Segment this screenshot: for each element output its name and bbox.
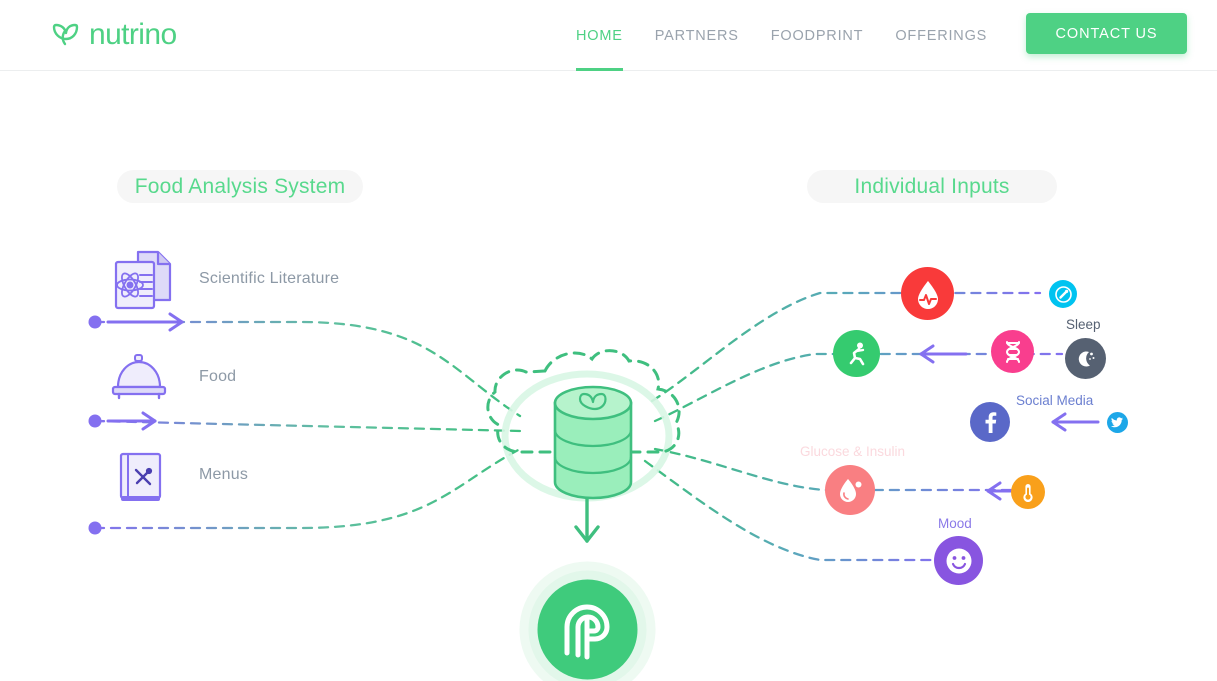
twitter-icon	[1111, 416, 1124, 429]
nav-item-partners[interactable]: PARTNERS	[639, 0, 755, 71]
menu-book-fork-spoon-icon	[118, 452, 163, 509]
blood-drop-pulse-icon	[915, 279, 941, 309]
nav-label: OFFERINGS	[895, 28, 988, 44]
moon-stars-icon	[1075, 348, 1097, 370]
node-activity-running[interactable]	[833, 330, 880, 377]
dna-helix-icon	[1002, 340, 1024, 364]
node-label-social-media: Social Media	[1016, 393, 1094, 408]
fitness-tracker-icon	[1054, 285, 1073, 304]
site-header: nutrino HOME PARTNERS FOODPRINT OFFERING…	[0, 0, 1217, 71]
node-blood-drop-pulse[interactable]	[901, 267, 954, 320]
nav-item-foodprint[interactable]: FOODPRINT	[755, 0, 880, 71]
node-glucose-insulin[interactable]	[825, 465, 875, 515]
water-drop-icon	[837, 476, 863, 504]
heading-food-analysis-system: Food Analysis System	[117, 170, 363, 203]
line-start-dot	[88, 315, 102, 329]
node-fitness-tracker[interactable]	[1049, 280, 1077, 308]
contact-us-button[interactable]: CONTACT US	[1026, 13, 1187, 54]
line-start-dot	[88, 414, 102, 428]
node-mood[interactable]	[934, 536, 983, 585]
nav-label: FOODPRINT	[770, 28, 864, 44]
source-label-menus: Menus	[199, 466, 249, 483]
source-label-scientific-literature: Scientific Literature	[199, 270, 340, 287]
node-social-facebook[interactable]	[970, 402, 1010, 442]
node-social-twitter[interactable]	[1107, 412, 1128, 433]
nav-item-offerings[interactable]: OFFERINGS	[879, 0, 1003, 71]
nav-label: PARTNERS	[654, 28, 739, 44]
logo[interactable]: nutrino	[52, 18, 177, 52]
line-start-dot	[88, 521, 102, 535]
node-genetics-dna[interactable]	[991, 330, 1034, 373]
source-label-food: Food	[199, 368, 237, 385]
heading-individual-inputs: Individual Inputs	[807, 170, 1057, 203]
smiley-face-icon	[944, 546, 974, 576]
node-label-sleep: Sleep	[1066, 317, 1101, 332]
diagram-canvas: Food Analysis System Individual Inputs S…	[0, 71, 1217, 681]
node-label-glucose-insulin: Glucose & Insulin	[800, 444, 906, 459]
cloud-database-icon	[508, 354, 678, 544]
fingerprint-output-node[interactable]	[519, 561, 656, 681]
facebook-icon	[979, 411, 1001, 433]
document-atom-icon	[108, 249, 174, 316]
node-temperature[interactable]	[1011, 475, 1045, 509]
logo-text: nutrino	[89, 18, 177, 51]
nav-label: HOME	[576, 28, 623, 44]
node-sleep[interactable]	[1065, 338, 1106, 379]
nav-item-home[interactable]: HOME	[560, 0, 639, 71]
main-nav: HOME PARTNERS FOODPRINT OFFERINGS	[560, 0, 1003, 71]
running-person-icon	[844, 341, 870, 367]
node-label-mood: Mood	[938, 516, 972, 531]
food-cloche-icon	[110, 354, 168, 405]
nutrino-leaf-logo-icon	[52, 23, 80, 47]
thermometer-icon	[1020, 482, 1036, 502]
